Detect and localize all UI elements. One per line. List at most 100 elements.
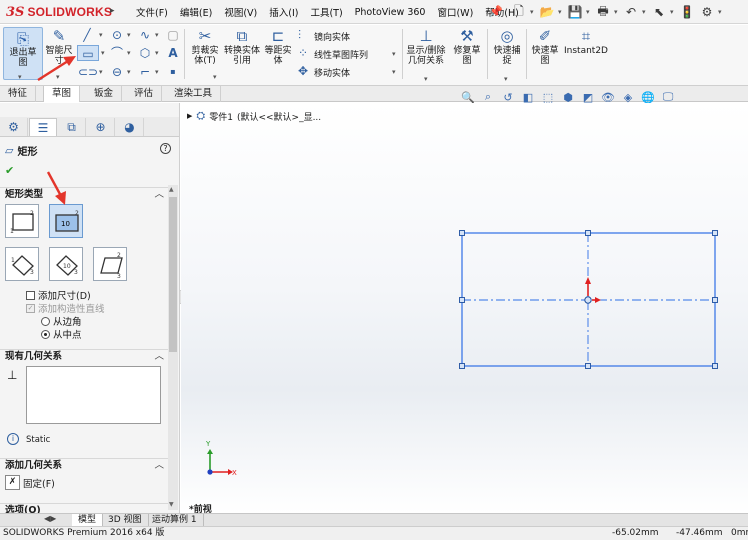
trim-dropdown-icon[interactable]: ▾ [213,73,217,81]
open-dropdown-icon[interactable]: ▾ [558,8,564,16]
point-icon[interactable]: ▪ [164,64,182,80]
undo-icon[interactable]: ↶ [622,3,640,21]
add-dimensions-checkbox[interactable]: 添加尺寸(D) [26,288,91,302]
surface-icon[interactable]: ▢ [164,27,182,43]
relations-dropdown-icon[interactable]: ▾ [424,75,428,83]
sketch-point[interactable] [712,297,718,303]
open-icon[interactable]: 📂 [538,3,556,21]
ok-check-icon[interactable]: ✔ [5,164,14,177]
corner-rectangle-button[interactable]: 21 [5,204,39,238]
rapid-sketch-button[interactable]: ✐ 快速草图 [528,27,562,66]
tab-model[interactable]: 模型 [72,514,104,526]
linear-pattern-dropdown-icon[interactable]: ▾ [392,50,396,58]
sketch-point[interactable] [459,230,465,236]
add-relations-section-header[interactable]: 添加几何关系 ︿ [0,458,168,472]
menu-file[interactable]: 文件(F) [130,5,174,19]
move-dropdown-icon[interactable]: ▾ [392,68,396,76]
menu-tools[interactable]: 工具(T) [304,5,348,19]
arc-dropdown-icon[interactable]: ▾ [127,49,131,57]
sketch-point[interactable] [459,297,465,303]
mirror-entities-button[interactable]: 镜向实体 [314,30,350,43]
existing-relations-section-header[interactable]: 现有几何关系 ︿ [0,349,168,363]
parallelogram-button[interactable]: 23 [93,247,127,281]
display-style-icon[interactable]: ◩ [580,91,596,104]
repair-sketch-button[interactable]: ⚒ 修复草图 [452,27,482,66]
save-icon[interactable]: 💾 [566,3,584,21]
origin-point[interactable] [584,296,592,304]
line-icon[interactable]: ╱ [78,27,96,43]
options-gear-icon[interactable]: ⚙ [698,3,716,21]
slot-icon[interactable]: ⊂⊃ [78,64,98,80]
menu-photoview[interactable]: PhotoView 360 [349,7,432,18]
3point-corner-rectangle-button[interactable]: 13 [5,247,39,281]
offset-entities-button[interactable]: ⊏ 等距实体 [262,27,294,66]
dynamic-annotation-icon[interactable]: ⬚ [540,91,556,104]
configuration-manager-tab-icon[interactable]: ⧉ [58,118,86,136]
tab-3d-views[interactable]: 3D 视图 [102,514,149,526]
property-manager-tab-icon[interactable]: ☰ [29,118,57,136]
view-settings-icon[interactable]: 🖵 [660,90,676,104]
section-view-icon[interactable]: ◧ [520,91,536,104]
print-dropdown-icon[interactable]: ▾ [614,8,620,16]
sketch-point[interactable] [585,230,591,236]
existing-relations-list[interactable] [26,366,161,424]
new-document-icon[interactable]: 🗋 [510,3,528,21]
add-construction-lines-checkbox[interactable]: ✓ 添加构造性直线 [26,301,105,315]
apply-scene-icon[interactable]: 🌐 [640,91,656,104]
fillet-icon[interactable]: ⌐ [136,64,154,80]
select-dropdown-icon[interactable]: ▾ [670,8,676,16]
arc-icon[interactable]: ⌒ [108,45,126,61]
polygon-icon[interactable]: ⬡ [136,45,154,61]
smart-dimension-dropdown-icon[interactable]: ▾ [56,73,60,81]
scroll-up-icon[interactable]: ▲ [169,186,174,193]
help-icon[interactable]: ? [160,143,171,154]
spline-dropdown-icon[interactable]: ▾ [155,31,159,39]
menu-view[interactable]: 视图(V) [218,5,263,19]
slot-dropdown-icon[interactable]: ▾ [99,68,103,76]
edit-appearance-icon[interactable]: ◈ [620,91,636,104]
linear-pattern-icon[interactable]: ⁘ [298,46,308,60]
tab-features[interactable]: 特征 [0,86,37,102]
move-entities-button[interactable]: 移动实体 [314,66,350,79]
print-icon[interactable]: 🖶 [594,3,612,21]
tab-nav-arrows-icon[interactable]: ◀▶ [44,514,56,523]
sketch-point[interactable] [712,230,718,236]
tab-sheet-metal[interactable]: 钣金 [86,86,123,102]
zoom-to-fit-icon[interactable]: 🔍 [460,91,476,104]
mirror-icon[interactable]: ⫶ [298,28,301,43]
rectangle-tool-button[interactable]: ▭ [77,45,99,61]
text-icon[interactable]: A [164,45,182,61]
linear-pattern-button[interactable]: 线性草图阵列 [314,48,368,61]
quick-snaps-button[interactable]: ◎ 快速捕捉 [490,27,524,66]
save-dropdown-icon[interactable]: ▾ [586,8,592,16]
move-icon[interactable]: ✥ [298,64,308,78]
center-rectangle-button[interactable]: 10 2 [49,204,83,238]
sketch-point[interactable] [459,363,465,369]
hide-show-items-icon[interactable]: 👁 [600,91,616,104]
dimxpert-manager-tab-icon[interactable]: ⊕ [87,118,115,136]
tab-sketch[interactable]: 草图 [43,86,81,102]
new-dropdown-icon[interactable]: ▾ [530,8,536,16]
fillet-dropdown-icon[interactable]: ▾ [155,68,159,76]
exit-sketch-button[interactable]: ⎘ 退出草图 [3,27,43,80]
sketch-point[interactable] [585,363,591,369]
select-cursor-icon[interactable]: ⬉ [650,3,668,21]
show-delete-relations-button[interactable]: ⊥ 显示/删除几何关系 [404,27,448,66]
undo-dropdown-icon[interactable]: ▾ [642,8,648,16]
rebuild-icon[interactable]: 🚦 [678,3,696,21]
exit-sketch-dropdown-icon[interactable]: ▾ [18,73,22,81]
feature-manager-tab-icon[interactable]: ⚙ [0,118,28,136]
line-dropdown-icon[interactable]: ▾ [99,31,103,39]
smart-dimension-button[interactable]: ✎ 智能尺寸 [44,27,74,66]
menu-insert[interactable]: 插入(I) [263,5,304,19]
view-orientation-icon[interactable]: ⬢ [560,91,576,104]
ellipse-icon[interactable]: ⊖ [108,64,126,80]
panel-scrollbar[interactable]: ▲ ▼ [168,185,178,510]
menu-edit[interactable]: 编辑(E) [174,5,218,19]
rectangle-dropdown-icon[interactable]: ▾ [101,49,105,57]
quick-snaps-dropdown-icon[interactable]: ▾ [504,75,508,83]
tab-render-tools[interactable]: 渲染工具 [166,86,222,102]
previous-view-icon[interactable]: ↺ [500,91,516,104]
solidworks-logo[interactable]: 3S SOLIDWORKS [6,3,112,21]
circle-icon[interactable]: ⊙ [108,27,126,43]
